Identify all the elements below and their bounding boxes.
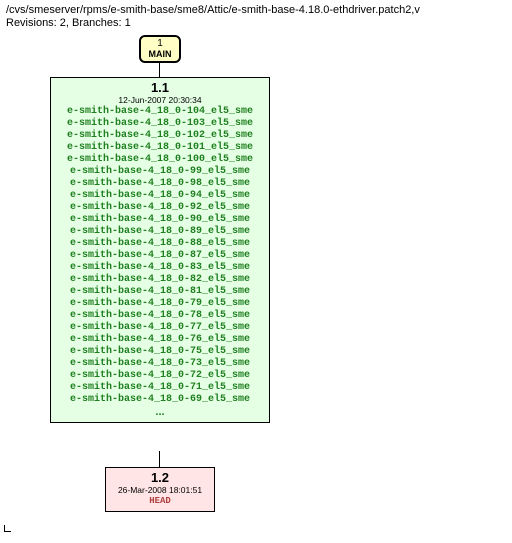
- revision-summary: Revisions: 2, Branches: 1: [6, 17, 506, 29]
- tags-ellipsis: ...: [57, 406, 263, 418]
- revision-tag: e-smith-base-4_18_0-94_el5_sme: [57, 190, 263, 202]
- head-label: HEAD: [112, 496, 208, 507]
- revision-date: 12-Jun-2007 20:30:34: [57, 95, 263, 106]
- corner-mark-icon: [4, 525, 11, 532]
- revision-version: 1.2: [112, 470, 208, 485]
- revision-tag: e-smith-base-4_18_0-88_el5_sme: [57, 238, 263, 250]
- revision-tag: e-smith-base-4_18_0-77_el5_sme: [57, 322, 263, 334]
- file-path: /cvs/smeserver/rpms/e-smith-base/sme8/At…: [6, 4, 506, 16]
- branch-node-main[interactable]: 1 MAIN: [139, 35, 181, 63]
- revision-tag: e-smith-base-4_18_0-81_el5_sme: [57, 286, 263, 298]
- header: /cvs/smeserver/rpms/e-smith-base/sme8/At…: [0, 0, 512, 31]
- revision-tag: e-smith-base-4_18_0-100_el5_sme: [57, 154, 263, 166]
- revision-tag: e-smith-base-4_18_0-75_el5_sme: [57, 346, 263, 358]
- revision-tag: e-smith-base-4_18_0-83_el5_sme: [57, 262, 263, 274]
- graph-canvas: 1 MAIN 1.1 12-Jun-2007 20:30:34 e-smith-…: [0, 31, 512, 536]
- revision-tags: e-smith-base-4_18_0-104_el5_smee-smith-b…: [57, 106, 263, 406]
- revision-tag: e-smith-base-4_18_0-82_el5_sme: [57, 274, 263, 286]
- revision-tag: e-smith-base-4_18_0-73_el5_sme: [57, 358, 263, 370]
- revision-tag: e-smith-base-4_18_0-101_el5_sme: [57, 142, 263, 154]
- revision-version: 1.1: [57, 80, 263, 95]
- revision-tag: e-smith-base-4_18_0-92_el5_sme: [57, 202, 263, 214]
- branch-name: MAIN: [145, 49, 175, 59]
- revision-tag: e-smith-base-4_18_0-89_el5_sme: [57, 226, 263, 238]
- revision-tag: e-smith-base-4_18_0-104_el5_sme: [57, 106, 263, 118]
- revision-date: 26-Mar-2008 18:01:51: [112, 485, 208, 496]
- revision-node-1.2[interactable]: 1.2 26-Mar-2008 18:01:51 HEAD: [105, 467, 215, 512]
- revision-tag: e-smith-base-4_18_0-102_el5_sme: [57, 130, 263, 142]
- revision-node-1.1[interactable]: 1.1 12-Jun-2007 20:30:34 e-smith-base-4_…: [50, 77, 270, 423]
- revision-tag: e-smith-base-4_18_0-90_el5_sme: [57, 214, 263, 226]
- connector-line: [159, 451, 160, 467]
- branch-number: 1: [145, 38, 175, 49]
- revision-tag: e-smith-base-4_18_0-69_el5_sme: [57, 394, 263, 406]
- revision-tag: e-smith-base-4_18_0-99_el5_sme: [57, 166, 263, 178]
- revision-tag: e-smith-base-4_18_0-98_el5_sme: [57, 178, 263, 190]
- revision-tag: e-smith-base-4_18_0-71_el5_sme: [57, 382, 263, 394]
- revision-tag: e-smith-base-4_18_0-72_el5_sme: [57, 370, 263, 382]
- connector-line: [159, 61, 160, 77]
- revision-tag: e-smith-base-4_18_0-76_el5_sme: [57, 334, 263, 346]
- revision-tag: e-smith-base-4_18_0-78_el5_sme: [57, 310, 263, 322]
- revision-tag: e-smith-base-4_18_0-87_el5_sme: [57, 250, 263, 262]
- revision-tag: e-smith-base-4_18_0-103_el5_sme: [57, 118, 263, 130]
- revision-tag: e-smith-base-4_18_0-79_el5_sme: [57, 298, 263, 310]
